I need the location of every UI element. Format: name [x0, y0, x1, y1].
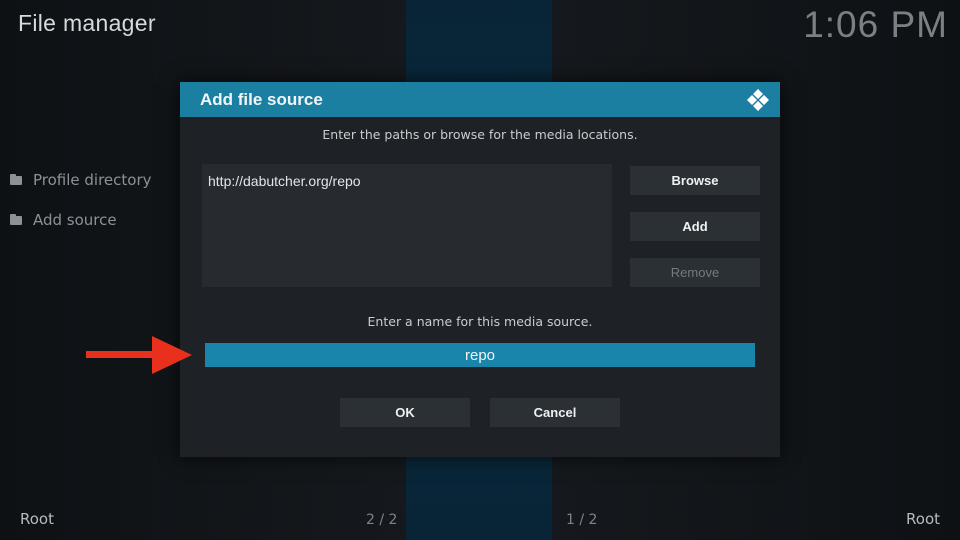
- source-item-label: Profile directory: [33, 171, 152, 189]
- path-entry[interactable]: http://dabutcher.org/repo: [202, 164, 612, 198]
- folder-icon: [10, 213, 22, 225]
- kodi-logo-icon: [747, 89, 769, 111]
- footer-left-count: 2 / 2: [366, 512, 398, 528]
- footer-right-count: 1 / 2: [566, 512, 598, 528]
- source-item-add-source[interactable]: Add source: [10, 210, 152, 230]
- source-item-label: Add source: [33, 211, 117, 229]
- app-title: File manager: [18, 10, 156, 36]
- source-item-profile-directory[interactable]: Profile directory: [10, 170, 152, 190]
- clock: 1:06 PM: [803, 4, 948, 45]
- dialog-title: Add file source: [200, 89, 323, 109]
- dialog-header: Add file source: [180, 82, 780, 117]
- source-name-input[interactable]: repo: [205, 343, 755, 367]
- red-arrow-icon: [86, 336, 192, 374]
- paths-prompt: Enter the paths or browse for the media …: [322, 127, 638, 142]
- paths-list[interactable]: http://dabutcher.org/repo: [202, 164, 612, 287]
- name-prompt: Enter a name for this media source.: [367, 314, 593, 329]
- footer-right-root: Root: [906, 510, 940, 528]
- source-list: Profile directory Add source: [10, 170, 152, 250]
- path-buttons: Browse Add Remove: [630, 166, 760, 304]
- folder-icon: [10, 173, 22, 185]
- cancel-button[interactable]: Cancel: [490, 398, 620, 427]
- remove-button[interactable]: Remove: [630, 258, 760, 287]
- add-button[interactable]: Add: [630, 212, 760, 241]
- ok-button[interactable]: OK: [340, 398, 470, 427]
- browse-button[interactable]: Browse: [630, 166, 760, 195]
- footer-left-root: Root: [20, 510, 54, 528]
- add-file-source-dialog: Add file source Enter the paths or brows…: [180, 82, 780, 457]
